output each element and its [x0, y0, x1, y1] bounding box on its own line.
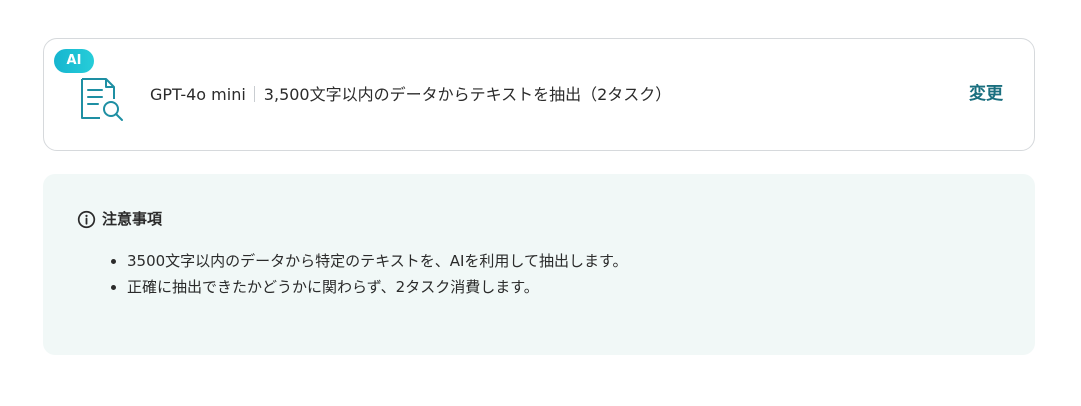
model-name: GPT-4o mini	[150, 85, 246, 104]
model-selection-card: AI GPT-4o mini 3,500文字以内のデータからテキストを抽出（2タス…	[43, 38, 1035, 151]
change-button[interactable]: 変更	[969, 82, 1003, 106]
notice-list: 3500文字以内のデータから特定のテキストを、AIを利用して抽出します。 正確に…	[107, 248, 627, 300]
notice-box: 注意事項 3500文字以内のデータから特定のテキストを、AIを利用して抽出します…	[43, 174, 1035, 355]
list-item: 3500文字以内のデータから特定のテキストを、AIを利用して抽出します。	[127, 248, 627, 274]
separator	[253, 86, 255, 102]
notice-header: 注意事項	[77, 208, 162, 230]
model-summary: GPT-4o mini 3,500文字以内のデータからテキストを抽出（2タスク）	[150, 83, 671, 107]
list-item: 正確に抽出できたかどうかに関わらず、2タスク消費します。	[127, 274, 627, 300]
notice-title: 注意事項	[102, 210, 163, 228]
document-search-icon	[81, 78, 123, 121]
model-description: 3,500文字以内のデータからテキストを抽出（2タスク）	[263, 85, 672, 104]
info-icon	[77, 210, 96, 228]
